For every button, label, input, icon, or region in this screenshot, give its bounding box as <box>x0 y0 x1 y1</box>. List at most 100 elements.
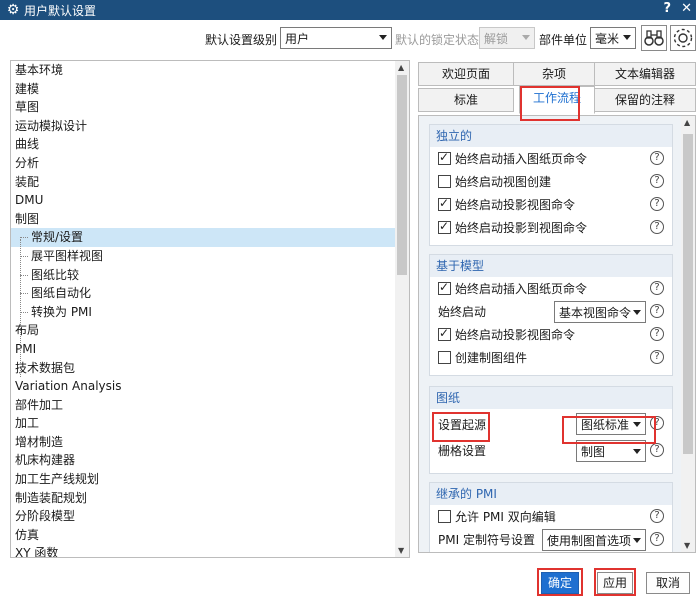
setting-label: 设置起源 <box>438 417 487 432</box>
help-icon[interactable]: ? <box>650 509 664 523</box>
checkbox[interactable] <box>438 175 451 188</box>
chevron-down-icon <box>633 422 641 427</box>
settings-gear-icon[interactable] <box>670 25 696 51</box>
settings-scrollbar[interactable]: ▲ ▼ <box>681 116 695 552</box>
group-model-based: 基于模型 始终启动插入图纸页命令 ? 始终启动 基本视图命令 ? 始终启动投影视… <box>429 254 673 376</box>
tab-standard[interactable]: 标准 <box>418 88 514 112</box>
apply-button[interactable]: 应用 <box>597 572 633 594</box>
tree-connector <box>20 239 21 377</box>
tree-item[interactable]: 机床构建器 <box>11 451 409 470</box>
setting-label: 始终启动投影视图命令 <box>455 328 576 342</box>
tree-item[interactable]: 转换为 PMI <box>11 303 409 322</box>
help-icon[interactable]: ? <box>650 532 664 546</box>
checkbox[interactable] <box>438 219 451 234</box>
binoculars-icon[interactable] <box>641 25 667 51</box>
tree-list: 基本环境 建模 草图 运动模拟设计 曲线 分析 装配 DMU 制图 常规/设置 展平图样视图 图纸比较… <box>11 61 409 557</box>
checkbox[interactable] <box>438 510 451 523</box>
select-value: 制图 <box>581 445 606 459</box>
help-icon[interactable]: ? <box>664 1 672 16</box>
tree-item[interactable]: Variation Analysis <box>11 377 409 396</box>
tree-item[interactable]: 部件加工 <box>11 396 409 415</box>
scroll-down-icon[interactable]: ▼ <box>398 546 404 555</box>
checkbox[interactable] <box>438 196 451 211</box>
setting-row[interactable]: 始终启动投影视图命令 ? <box>430 323 672 346</box>
checkbox[interactable] <box>438 351 451 364</box>
tree-item[interactable]: 建模 <box>11 80 409 99</box>
level-label: 默认设置级别 <box>205 33 278 47</box>
setting-row[interactable]: 始终启动投影视图命令? <box>430 193 672 216</box>
start-command-select[interactable]: 基本视图命令 <box>554 301 646 323</box>
unit-select[interactable]: 毫米 <box>590 27 636 49</box>
level-value: 用户 <box>285 31 310 46</box>
tree-item[interactable]: 仿真 <box>11 526 409 545</box>
origin-select[interactable]: 图纸标准 <box>576 413 646 435</box>
setting-row[interactable]: 始终启动视图创建? <box>430 170 672 193</box>
tree-item[interactable]: 分析 <box>11 154 409 173</box>
tree-item[interactable]: 加工生产线规划 <box>11 470 409 489</box>
checkbox[interactable] <box>438 150 451 165</box>
tree-scrollbar[interactable]: ▲ ▼ <box>395 61 409 557</box>
checkbox[interactable] <box>438 326 451 341</box>
tree-item[interactable]: 基本环境 <box>11 61 409 80</box>
help-icon[interactable]: ? <box>650 174 664 188</box>
setting-row[interactable]: 允许 PMI 双向编辑 ? <box>430 505 672 528</box>
chevron-down-icon <box>633 538 641 543</box>
tree-item[interactable]: 技术数据包 <box>11 359 409 378</box>
help-icon[interactable]: ? <box>650 327 664 341</box>
setting-row: PMI 定制符号设置 使用制图首选项 ? <box>430 528 672 551</box>
gear-icon: ⚙ <box>6 2 20 18</box>
checkbox[interactable] <box>438 280 451 295</box>
help-icon[interactable]: ? <box>650 151 664 165</box>
tree-item[interactable]: 曲线 <box>11 135 409 154</box>
tree-item[interactable]: DMU <box>11 191 409 210</box>
tree-item[interactable]: 分阶段模型 <box>11 507 409 526</box>
grid-select[interactable]: 制图 <box>576 440 646 462</box>
tree-item[interactable]: 图纸自动化 <box>11 284 409 303</box>
tree-item[interactable]: 展平图样视图 <box>11 247 409 266</box>
tab-misc[interactable]: 杂项 <box>513 62 595 86</box>
toolbar: 默认设置级别 用户 默认的锁定状态 解锁 部件单位 毫米 <box>0 22 696 54</box>
tree-item[interactable]: 加工 <box>11 414 409 433</box>
tree-item[interactable]: 增材制造 <box>11 433 409 452</box>
tab-welcome[interactable]: 欢迎页面 <box>418 62 514 86</box>
ok-button[interactable]: 确定 <box>541 572 579 594</box>
tab-retained-annotations[interactable]: 保留的注释 <box>594 88 696 112</box>
tree-item[interactable]: 运动模拟设计 <box>11 117 409 136</box>
help-icon[interactable]: ? <box>650 220 664 234</box>
help-icon[interactable]: ? <box>650 350 664 364</box>
tree-item[interactable]: 制图 <box>11 210 409 229</box>
close-icon[interactable]: ✕ <box>681 1 692 16</box>
setting-row[interactable]: 始终启动投影到视图命令? <box>430 216 672 239</box>
tab-text-editor[interactable]: 文本编辑器 <box>594 62 696 86</box>
scroll-up-icon[interactable]: ▲ <box>398 63 404 72</box>
tree-item[interactable]: 图纸比较 <box>11 266 409 285</box>
help-icon[interactable]: ? <box>650 416 664 430</box>
tree-item[interactable]: 常规/设置 <box>11 228 409 247</box>
help-icon[interactable]: ? <box>650 197 664 211</box>
tree-item[interactable]: 装配 <box>11 173 409 192</box>
tab-workflow[interactable]: 工作流程 <box>519 86 595 114</box>
cancel-button[interactable]: 取消 <box>646 572 690 594</box>
setting-row[interactable]: 创建制图组件 ? <box>430 346 672 369</box>
setting-label: 始终启动投影视图命令 <box>455 198 576 212</box>
tree-scroll-thumb[interactable] <box>397 75 407 275</box>
tree-item[interactable]: 制造装配规划 <box>11 489 409 508</box>
pmi-symbol-select[interactable]: 使用制图首选项 <box>542 529 646 551</box>
help-icon[interactable]: ? <box>650 281 664 295</box>
tree-item[interactable]: PMI <box>11 340 409 359</box>
tree-item[interactable]: 布局 <box>11 321 409 340</box>
tree-item[interactable]: XY 函数 <box>11 544 409 557</box>
category-tree[interactable]: 基本环境 建模 草图 运动模拟设计 曲线 分析 装配 DMU 制图 常规/设置 展平图样视图 图纸比较… <box>10 60 410 558</box>
level-select[interactable]: 用户 <box>280 27 392 49</box>
setting-row[interactable]: 始终启动插入图纸页命令? <box>430 147 672 170</box>
chevron-down-icon <box>633 449 641 454</box>
help-icon[interactable]: ? <box>650 443 664 457</box>
scroll-up-icon[interactable]: ▲ <box>684 118 690 127</box>
group-title: 图纸 <box>430 387 672 409</box>
setting-row[interactable]: 始终启动插入图纸页命令 ? <box>430 277 672 300</box>
title-bar: ⚙ 用户默认设置 ? ✕ <box>0 0 696 20</box>
settings-scroll-thumb[interactable] <box>683 134 693 454</box>
tree-item[interactable]: 草图 <box>11 98 409 117</box>
help-icon[interactable]: ? <box>650 304 664 318</box>
scroll-down-icon[interactable]: ▼ <box>684 541 690 550</box>
